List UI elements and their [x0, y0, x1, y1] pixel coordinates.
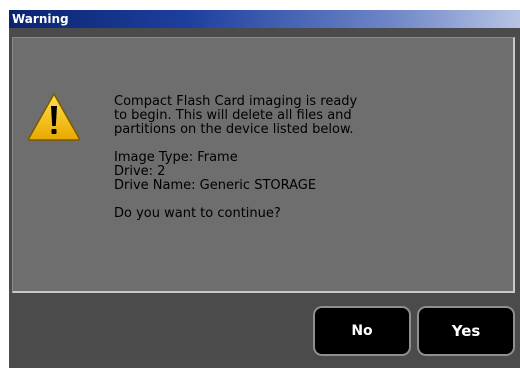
drive-name-text: Drive Name: Generic STORAGE	[114, 178, 317, 193]
dialog-message: Compact Flash Card imaging is ready to b…	[114, 95, 357, 221]
message-line: to begin. This will delete all files and	[114, 108, 352, 123]
dialog-titlebar[interactable]: Warning	[9, 10, 520, 28]
confirm-question: Do you want to continue?	[114, 206, 281, 221]
message-line: partitions on the device listed below.	[114, 122, 354, 137]
no-button[interactable]: No	[313, 306, 411, 356]
dialog-title: Warning	[12, 12, 69, 26]
yes-button[interactable]: Yes	[417, 306, 515, 356]
image-type-text: Image Type: Frame	[114, 150, 238, 165]
drive-text: Drive: 2	[114, 164, 166, 179]
warning-dialog: Warning Compact Flash Card imaging is re…	[9, 10, 520, 368]
message-line: Compact Flash Card imaging is ready	[114, 94, 358, 109]
warning-triangle-icon	[27, 93, 81, 141]
message-panel: Compact Flash Card imaging is ready to b…	[12, 37, 515, 293]
